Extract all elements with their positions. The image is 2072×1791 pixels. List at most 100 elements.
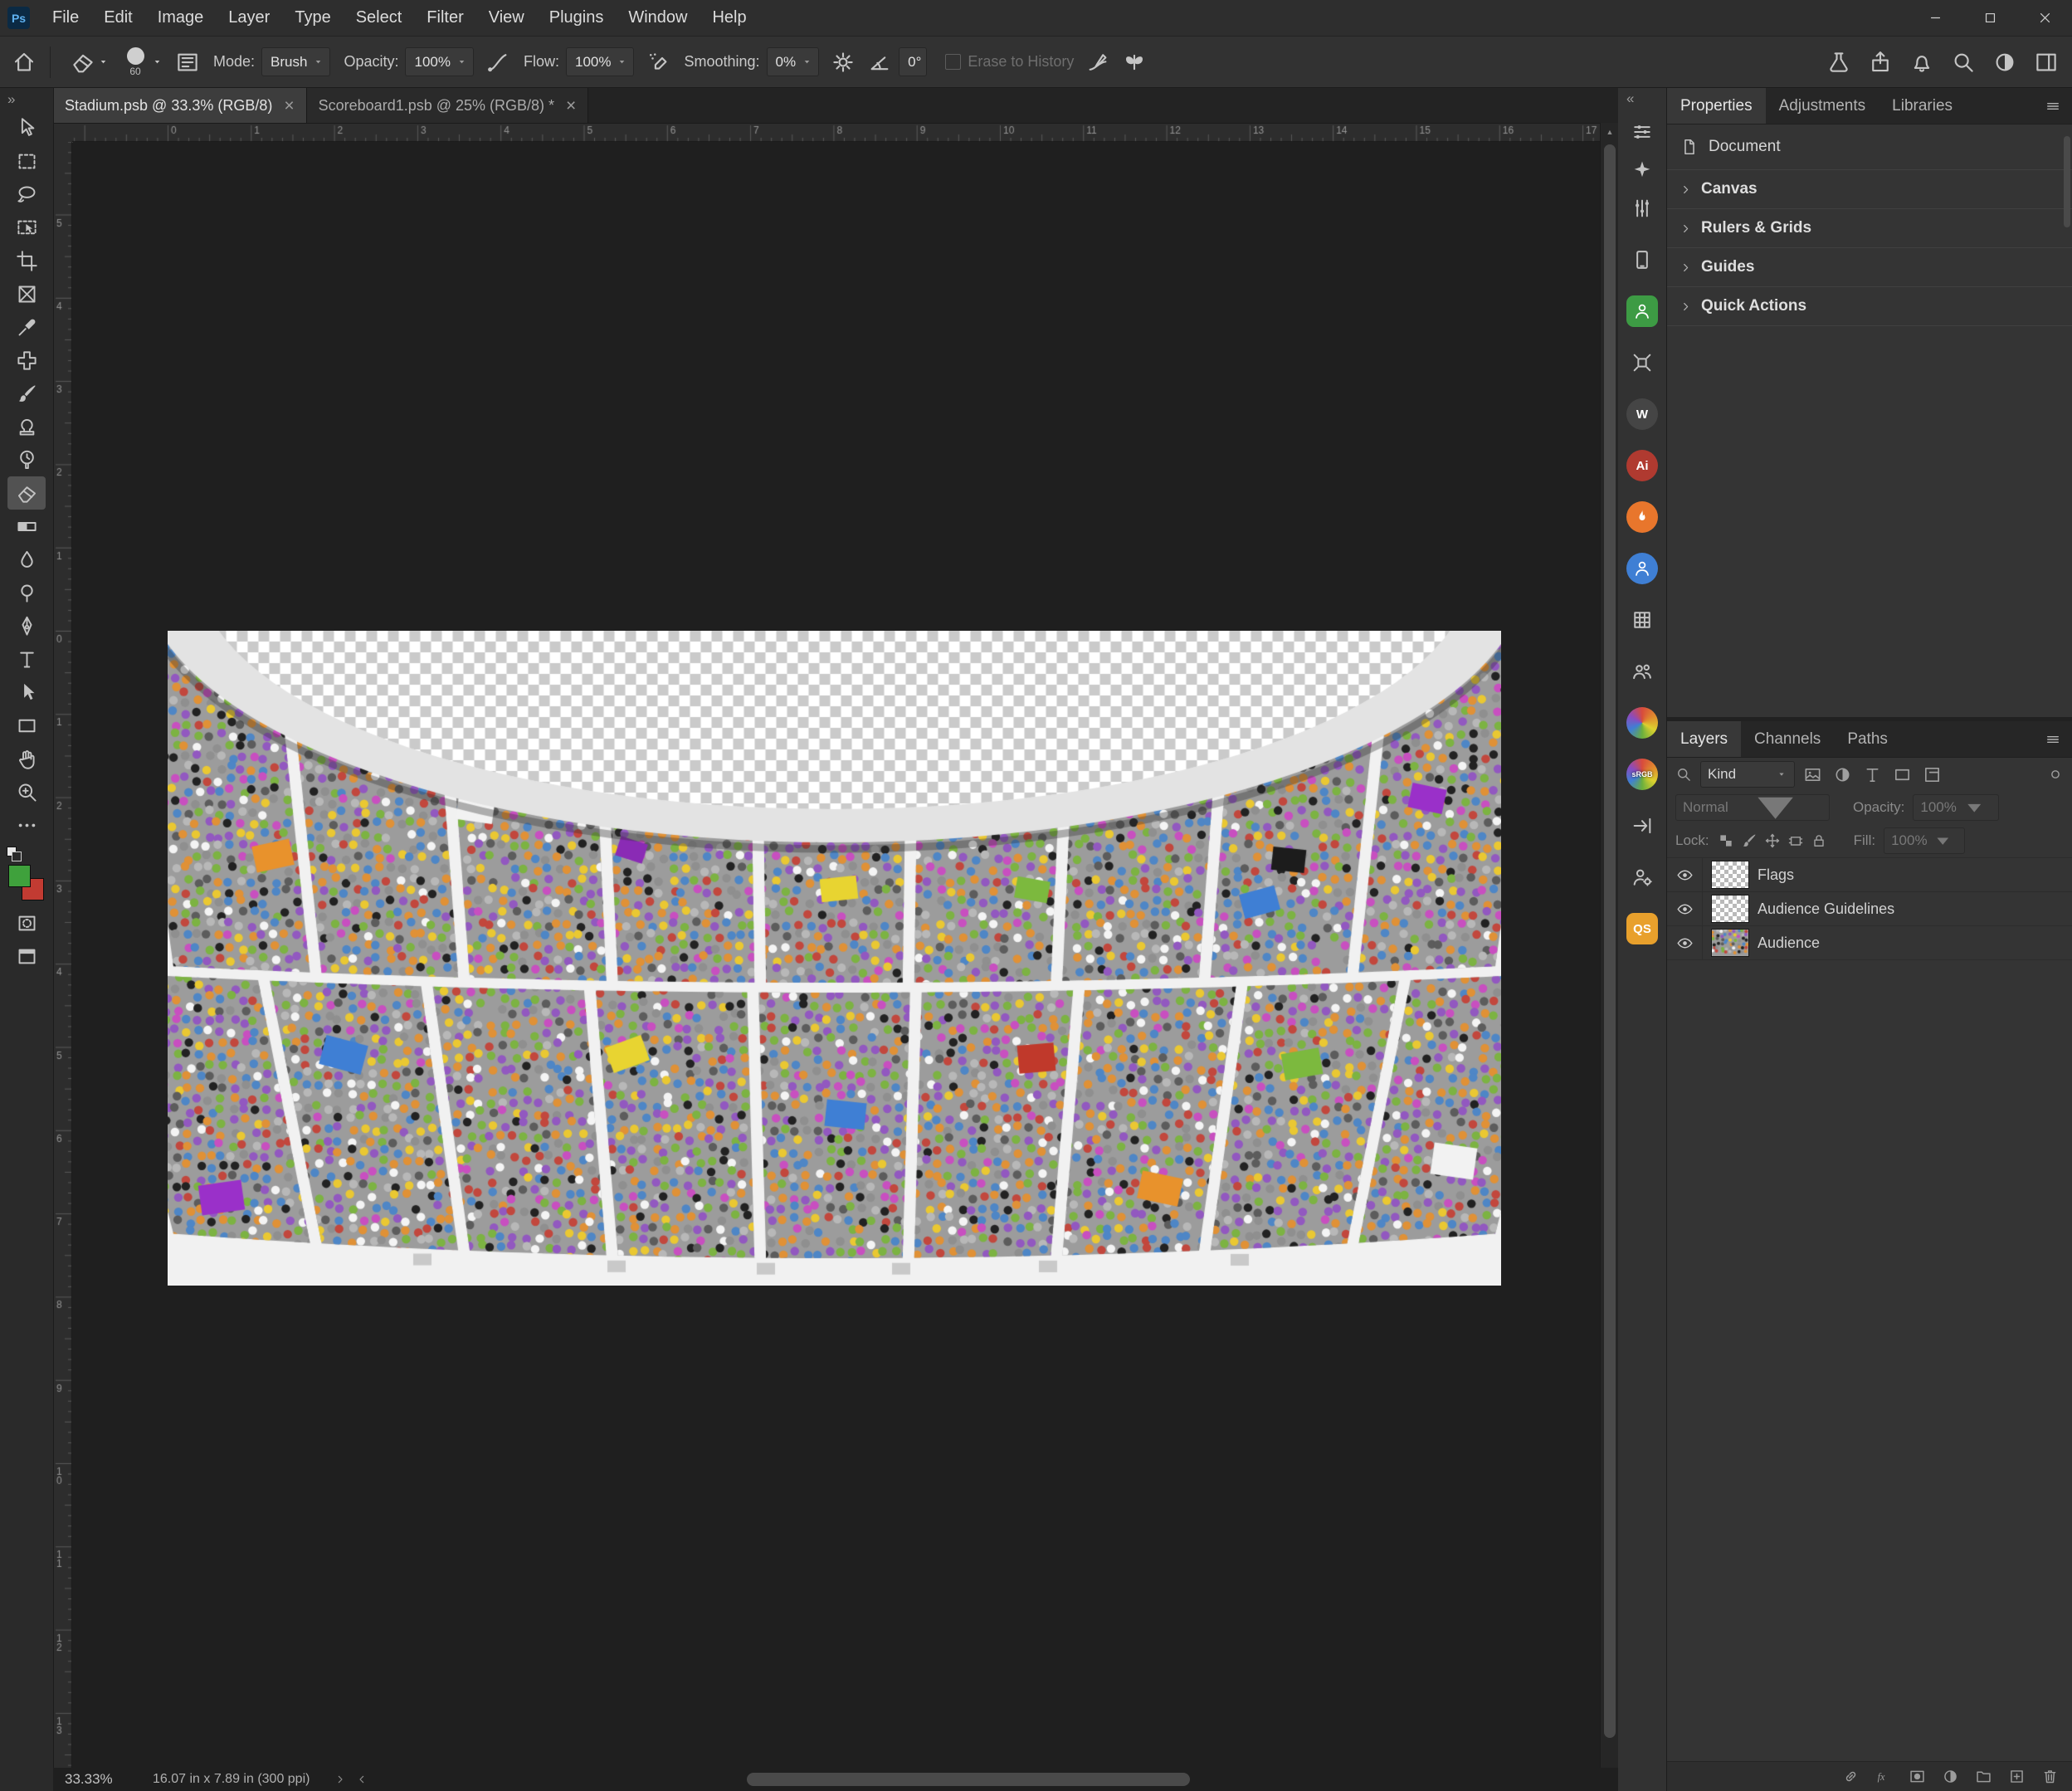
smoothing-options-gear-icon[interactable]	[831, 50, 856, 75]
pressure-opacity-icon[interactable]	[485, 50, 510, 75]
erase-to-history-checkbox[interactable]	[945, 54, 961, 70]
export-plugin-icon[interactable]	[1626, 810, 1658, 842]
brush-picker-caret-icon[interactable]	[151, 56, 163, 68]
lock-artboard-icon[interactable]	[1787, 832, 1804, 849]
layer-visibility-toggle[interactable]	[1667, 926, 1703, 959]
blur-tool[interactable]	[7, 543, 46, 576]
horizontal-scrollbar-thumb[interactable]	[747, 1773, 1190, 1786]
menu-layer[interactable]: Layer	[216, 0, 282, 36]
status-next-icon[interactable]	[334, 1773, 347, 1786]
lock-position-icon[interactable]	[1764, 832, 1781, 849]
section-canvas[interactable]: Canvas	[1667, 169, 2072, 208]
menu-plugins[interactable]: Plugins	[537, 0, 617, 36]
lock-all-icon[interactable]	[1811, 832, 1827, 849]
brush-tip-picker[interactable]: 60	[121, 47, 149, 77]
link-layers-icon[interactable]	[1842, 1768, 1860, 1785]
scroll-up-arrow[interactable]: ▲	[1601, 128, 1619, 136]
default-colors-icon[interactable]	[7, 847, 22, 861]
layer-thumbnail[interactable]	[1711, 861, 1749, 889]
new-layer-icon[interactable]	[2008, 1768, 2026, 1785]
flow-dropdown[interactable]: 100%	[566, 47, 634, 76]
ai-sparkle-icon[interactable]	[1626, 154, 1658, 186]
menu-help[interactable]: Help	[700, 0, 758, 36]
menu-filter[interactable]: Filter	[414, 0, 475, 36]
toolbar-collapse-button[interactable]: »	[0, 88, 53, 111]
gradient-tool[interactable]	[7, 510, 46, 543]
menu-type[interactable]: Type	[282, 0, 343, 36]
shape-layer-filter-icon[interactable]	[1893, 765, 1912, 784]
tune-icon[interactable]	[1626, 193, 1658, 224]
hand-tool[interactable]	[7, 742, 46, 775]
blend-mode-dropdown[interactable]: Normal	[1675, 794, 1830, 821]
tab-paths[interactable]: Paths	[1834, 721, 1901, 757]
document-tab[interactable]: Stadium.psb @ 33.3% (RGB/8)×	[53, 88, 307, 123]
layer-thumbnail[interactable]	[1711, 895, 1749, 923]
layer-group-icon[interactable]	[1975, 1768, 1992, 1785]
dodge-tool[interactable]	[7, 576, 46, 609]
theme-toggle-icon[interactable]	[1992, 50, 2017, 75]
frame-tool[interactable]	[7, 277, 46, 310]
crop-tool[interactable]	[7, 244, 46, 277]
grid-plugin-icon[interactable]	[1626, 604, 1658, 636]
rectangle-tool[interactable]	[7, 709, 46, 742]
eyedropper-tool[interactable]	[7, 310, 46, 344]
spot-healing-tool[interactable]	[7, 344, 46, 377]
type-tool[interactable]	[7, 642, 46, 676]
layer-thumbnail[interactable]	[1711, 929, 1749, 957]
document-properties-row[interactable]: Document	[1667, 124, 2072, 169]
w-plugin-icon[interactable]: W	[1626, 398, 1658, 430]
pen-pressure-size-icon[interactable]	[1085, 50, 1110, 75]
maximize-button[interactable]	[1962, 0, 2017, 36]
menu-edit[interactable]: Edit	[91, 0, 144, 36]
user-settings-icon[interactable]	[1626, 861, 1658, 893]
menu-select[interactable]: Select	[344, 0, 415, 36]
rectangular-marquee-tool[interactable]	[7, 144, 46, 178]
tool-preset-caret-icon[interactable]	[97, 56, 110, 68]
panels-collapse-button[interactable]: «	[1618, 88, 1634, 110]
brush-angle-field[interactable]: 0°	[899, 47, 927, 76]
properties-scrollbar-thumb[interactable]	[2064, 136, 2070, 227]
menu-image[interactable]: Image	[145, 0, 217, 36]
quick-mask-button[interactable]	[7, 906, 46, 939]
tab-adjustments[interactable]: Adjustments	[1766, 88, 1879, 124]
tab-channels[interactable]: Channels	[1741, 721, 1834, 757]
layer-row[interactable]: Audience	[1667, 926, 2072, 960]
menu-view[interactable]: View	[476, 0, 537, 36]
fill-dropdown[interactable]: 100%	[1884, 827, 1965, 854]
properties-panel-menu-button[interactable]	[2034, 88, 2072, 124]
sphere-plugin-icon[interactable]	[1626, 707, 1658, 739]
section-guides[interactable]: Guides	[1667, 247, 2072, 286]
airbrush-icon[interactable]	[646, 50, 670, 75]
screen-mode-button[interactable]	[7, 939, 46, 973]
tab-close-icon[interactable]: ×	[284, 97, 294, 115]
tab-properties[interactable]: Properties	[1667, 88, 1766, 124]
profile-green-icon[interactable]	[1626, 295, 1658, 327]
transform-plugin-icon[interactable]	[1626, 347, 1658, 378]
layer-effects-icon[interactable]: fx	[1875, 1768, 1893, 1785]
vertical-scrollbar[interactable]: ▲ ▼	[1600, 123, 1619, 1791]
smart-object-filter-icon[interactable]	[1923, 765, 1942, 784]
tab-close-icon[interactable]: ×	[566, 97, 576, 115]
close-button[interactable]	[2017, 0, 2072, 36]
layer-opacity-dropdown[interactable]: 100%	[1913, 794, 1999, 821]
canvas-pasteboard[interactable]	[72, 142, 1600, 1768]
ai-red-plugin-icon[interactable]: Ai	[1626, 450, 1658, 481]
section-rulers-grids[interactable]: Rulers & Grids	[1667, 208, 2072, 247]
device-preview-icon[interactable]	[1626, 244, 1658, 276]
foreground-color-swatch[interactable]	[8, 865, 31, 887]
pen-tool[interactable]	[7, 609, 46, 642]
layer-search-icon[interactable]	[1675, 766, 1692, 783]
layer-row[interactable]: Flags	[1667, 858, 2072, 892]
object-selection-tool[interactable]	[7, 211, 46, 244]
zoom-tool[interactable]	[7, 775, 46, 808]
layer-filter-toggle-icon[interactable]	[2047, 766, 2064, 783]
clone-stamp-tool[interactable]	[7, 410, 46, 443]
ruler-origin-corner[interactable]	[53, 123, 73, 143]
workspace-layout-icon[interactable]	[2034, 50, 2059, 75]
layer-row[interactable]: Audience Guidelines	[1667, 892, 2072, 926]
notifications-bell-icon[interactable]	[1909, 50, 1934, 75]
qs-plugin-icon[interactable]: QS	[1626, 913, 1658, 944]
eraser-tool[interactable]	[7, 476, 46, 510]
menu-file[interactable]: File	[40, 0, 91, 36]
srgb-plugin-icon[interactable]: sRGB	[1626, 759, 1658, 790]
